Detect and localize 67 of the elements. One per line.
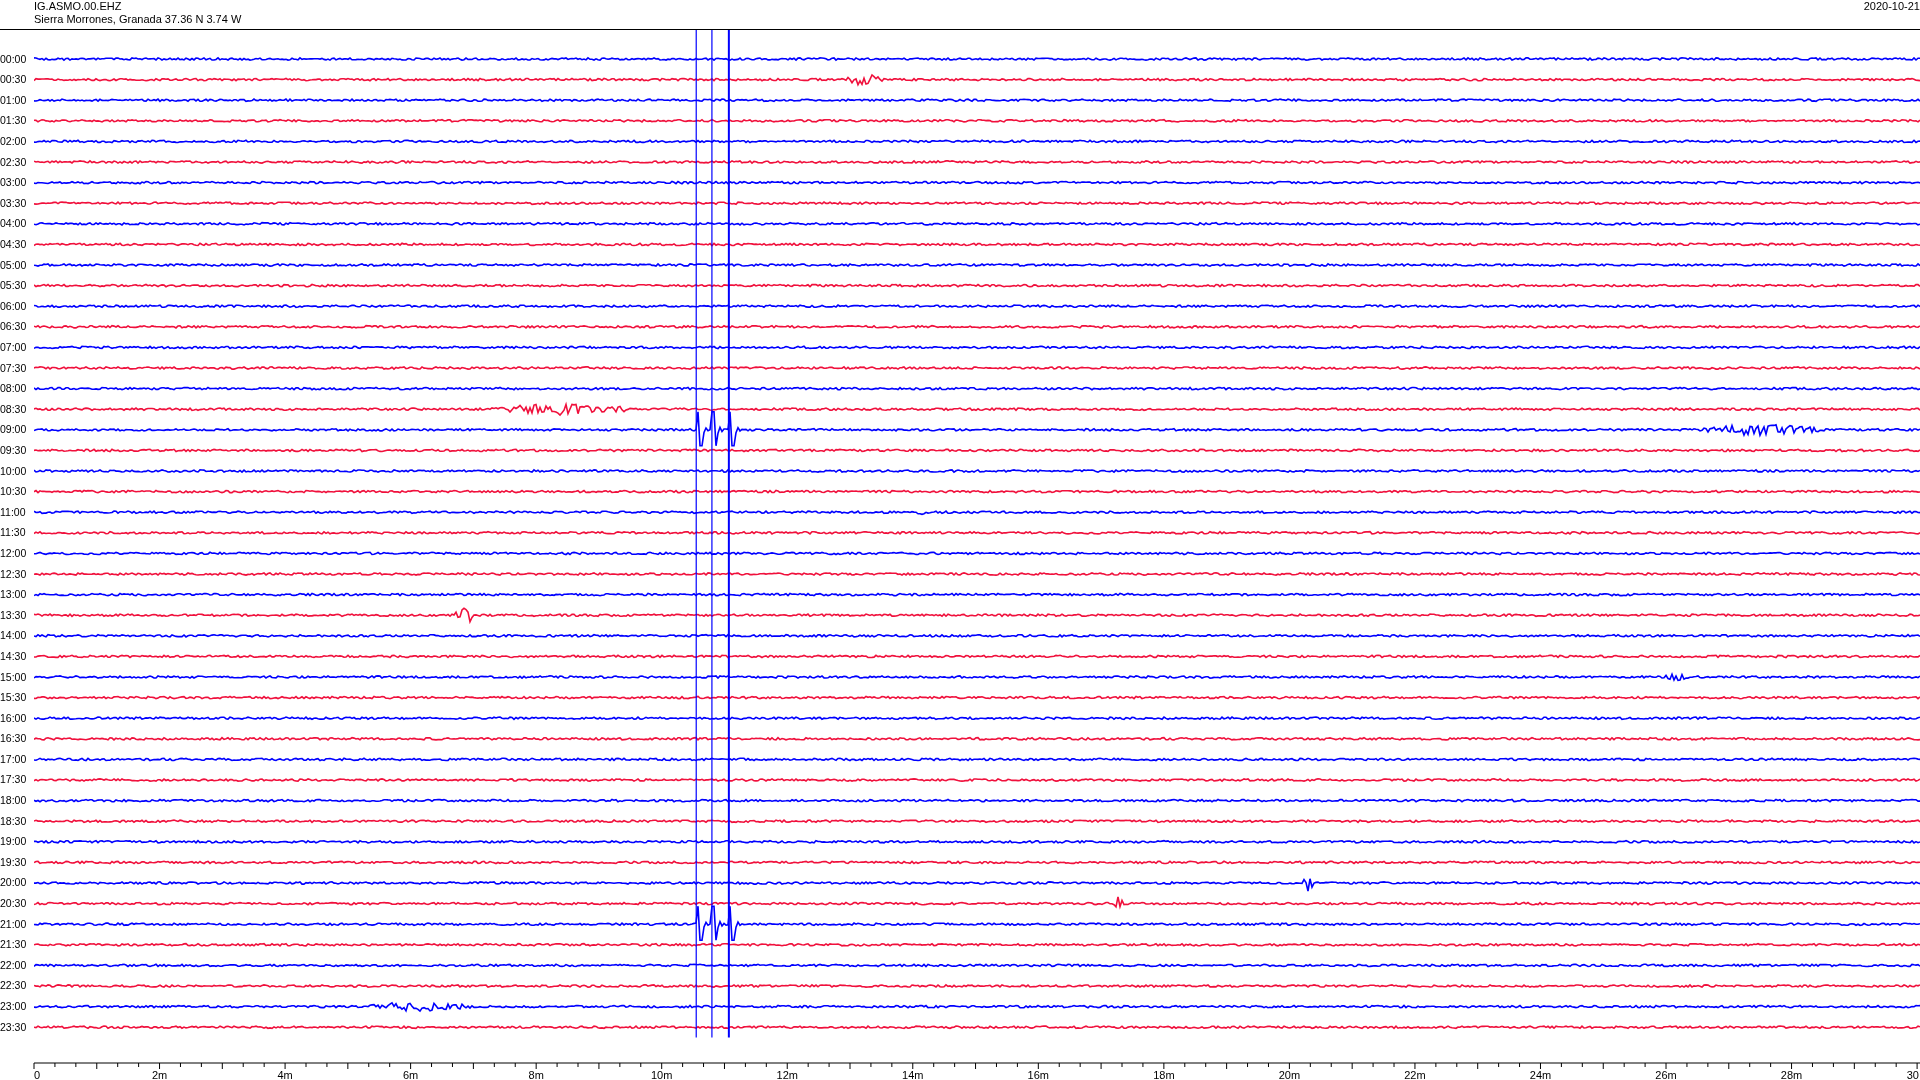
axis-label: 26m — [1655, 1068, 1677, 1080]
time-label: 06:00 — [0, 298, 28, 314]
axis-label: 22m — [1404, 1068, 1426, 1080]
time-label: 08:30 — [0, 401, 28, 417]
time-label: 18:00 — [0, 793, 28, 809]
time-label: 12:30 — [0, 566, 28, 582]
time-label: 11:00 — [0, 504, 27, 520]
time-label: 17:00 — [0, 751, 28, 767]
time-label: 06:30 — [0, 319, 28, 335]
time-label: 08:00 — [0, 381, 28, 397]
axis-label: 14m — [902, 1068, 924, 1080]
time-label: 00:30 — [0, 72, 28, 88]
axis-label: 16m — [1027, 1068, 1049, 1080]
time-label: 02:00 — [0, 134, 28, 150]
time-label: 01:00 — [0, 92, 28, 108]
time-label: 00:00 — [0, 51, 28, 67]
time-label: 03:00 — [0, 175, 28, 191]
time-label: 23:00 — [0, 999, 28, 1014]
time-label: 07:30 — [0, 360, 28, 376]
time-label: 22:00 — [0, 957, 28, 973]
time-label: 11:30 — [0, 525, 27, 541]
time-label: 15:00 — [0, 669, 28, 685]
axis-label: 20m — [1278, 1068, 1301, 1080]
axis-label: 4m — [277, 1068, 293, 1080]
axis-label: 30 — [1906, 1068, 1919, 1080]
time-label: 23:30 — [0, 1019, 28, 1035]
time-label: 10:30 — [0, 484, 28, 500]
time-label: 13:00 — [0, 587, 28, 603]
axis-label: 28m — [1780, 1068, 1803, 1080]
axis-label: 8m — [528, 1068, 544, 1080]
time-label: 01:30 — [0, 113, 28, 129]
time-label: 14:30 — [0, 648, 28, 664]
time-label: 17:30 — [0, 772, 28, 788]
time-label: 10:00 — [0, 463, 28, 479]
time-label: 05:00 — [0, 257, 28, 273]
time-label: 16:30 — [0, 731, 28, 747]
time-label: 20:30 — [0, 896, 28, 912]
time-label: 03:30 — [0, 195, 28, 211]
time-label: 18:30 — [0, 813, 28, 829]
time-label: 14:00 — [0, 628, 28, 644]
channel-title: IG.ASMO.00.EHZ — [34, 0, 123, 13]
time-label: 04:30 — [0, 237, 28, 253]
time-label: 16:00 — [0, 710, 28, 726]
time-label: 21:00 — [0, 916, 28, 932]
time-label: 07:00 — [0, 340, 28, 355]
time-label: 19:30 — [0, 854, 28, 870]
axis-label: 0 — [34, 1068, 41, 1080]
time-label: 09:30 — [0, 442, 28, 458]
time-label: 09:00 — [0, 422, 28, 438]
time-label: 04:00 — [0, 216, 28, 232]
date-label: 2020-10-21 — [1863, 0, 1920, 14]
time-label: 20:00 — [0, 875, 28, 891]
time-label: 19:00 — [0, 834, 28, 850]
axis-label: 6m — [403, 1068, 419, 1080]
time-label: 12:00 — [0, 545, 28, 561]
axis-label: 24m — [1529, 1068, 1552, 1080]
axis-label: 10m — [651, 1068, 673, 1080]
station-info: Sierra Morrones, Granada 37.36 N 3.74 W — [34, 13, 242, 26]
time-label: 02:30 — [0, 154, 28, 170]
axis-label: 18m — [1153, 1068, 1175, 1080]
time-label: 15:30 — [0, 690, 28, 706]
axis-label: 12m — [776, 1068, 798, 1080]
axis-label: 2m — [151, 1068, 168, 1080]
time-label: 05:30 — [0, 278, 28, 294]
time-label: 22:30 — [0, 978, 28, 994]
time-label: 13:30 — [0, 607, 28, 623]
time-label: 21:30 — [0, 937, 28, 953]
